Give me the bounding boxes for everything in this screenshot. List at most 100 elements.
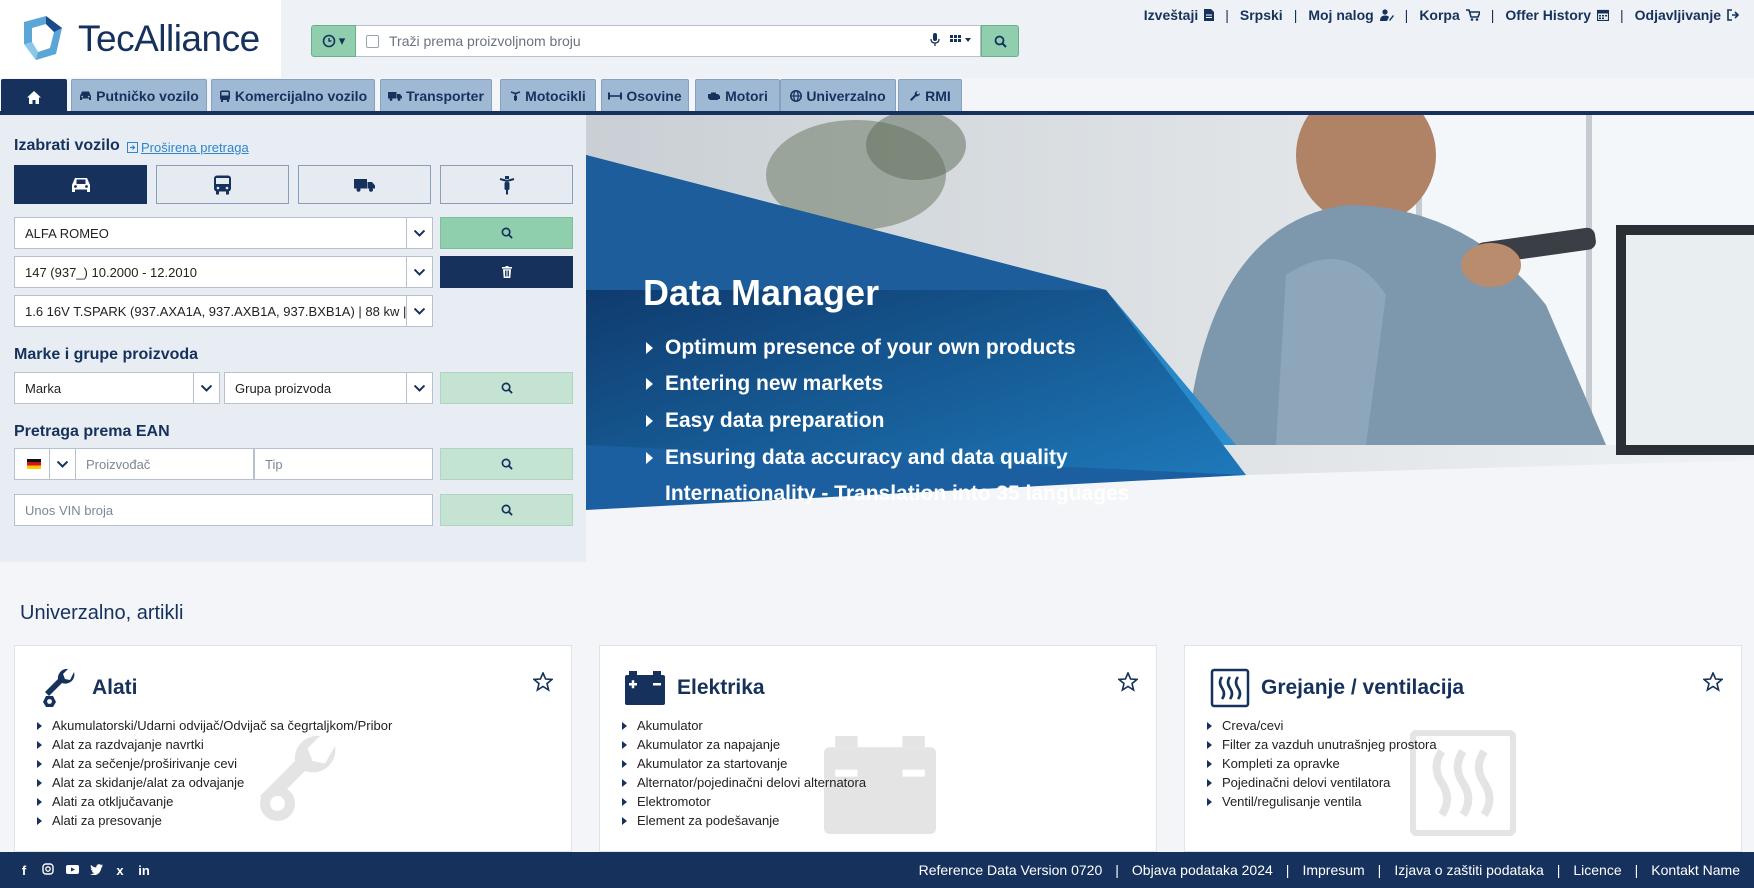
bus-icon — [214, 175, 231, 194]
logo[interactable]: TecAlliance — [0, 0, 281, 78]
search-history-button[interactable]: ▾ — [311, 25, 356, 57]
german-flag-icon — [15, 459, 49, 469]
list-item[interactable]: Alat za sečenje/proširivanje cevi — [37, 754, 392, 773]
tab-universal[interactable]: Univerzalno — [780, 79, 896, 111]
footer-link[interactable]: Impresum — [1302, 862, 1364, 878]
tab-axles[interactable]: Osovine — [601, 79, 689, 111]
tab-transporter[interactable]: Transporter — [380, 79, 492, 111]
category-card-tools[interactable]: Alati Akumulatorski/Udarni odvijač/Odvij… — [14, 645, 572, 852]
search-icon — [501, 458, 513, 470]
model-select[interactable]: 147 (937_) 10.2000 - 12.2010 — [14, 256, 433, 288]
star-icon[interactable] — [1703, 672, 1723, 692]
list-item[interactable]: Elektromotor — [622, 792, 866, 811]
logo-text: TecAlliance — [78, 18, 260, 59]
list-item[interactable]: Alati za otključavanje — [37, 792, 392, 811]
list-item[interactable]: Alat za razdvajanje navrtki — [37, 735, 392, 754]
list-item[interactable]: Creva/cevi — [1207, 716, 1437, 735]
banner-item: Entering new markets — [646, 372, 883, 396]
vehicle-type-car-button[interactable] — [14, 165, 147, 204]
tab-motorcycles[interactable]: Motocikli — [500, 79, 596, 111]
search-checkbox[interactable] — [366, 34, 379, 48]
footer-link[interactable]: Reference Data Version 0720 — [919, 862, 1103, 878]
manufacturer-input[interactable] — [76, 449, 253, 479]
engine-select[interactable]: 1.6 16V T.SPARK (937.AXA1A, 937.AXB1A, 9… — [14, 295, 433, 327]
youtube-icon[interactable] — [66, 863, 79, 878]
vin-input[interactable] — [15, 495, 432, 525]
footer-link[interactable]: Licence — [1573, 862, 1621, 878]
xing-icon[interactable]: x — [114, 863, 126, 878]
tools-icon — [43, 668, 75, 707]
file-icon — [1204, 9, 1215, 21]
list-item[interactable]: Pojedinačni delovi ventilatora — [1207, 773, 1437, 792]
vin-search-button[interactable] — [440, 494, 573, 526]
vehicle-type-truck-button[interactable] — [298, 165, 431, 204]
footer-link[interactable]: Kontakt Name — [1651, 862, 1740, 878]
list-item[interactable]: Ventil/regulisanje ventila — [1207, 792, 1437, 811]
battery-icon — [625, 671, 665, 705]
search-input[interactable] — [389, 33, 920, 49]
nav-language[interactable]: Srpski — [1240, 7, 1283, 23]
footer-link[interactable]: Izjava o zaštiti podataka — [1394, 862, 1543, 878]
list-item[interactable]: Alati za presovanje — [37, 811, 392, 830]
category-card-electrics[interactable]: Elektrika Akumulator Akumulator za napaj… — [599, 645, 1157, 852]
search-icon — [501, 504, 513, 516]
tab-home[interactable] — [1, 79, 67, 115]
nav-my-account[interactable]: Moj nalog — [1308, 7, 1394, 23]
country-select[interactable] — [14, 448, 76, 480]
product-group-select[interactable]: Grupa proizvoda — [224, 372, 433, 404]
brand-search-button[interactable] — [440, 372, 573, 404]
grid-icon — [950, 34, 971, 42]
category-tabs: Putničko vozilo Komercijalno vozilo Tran… — [0, 78, 1754, 115]
search-icon — [501, 227, 513, 239]
footer: f x in Reference Data Version 0720 | Obj… — [0, 852, 1754, 888]
caret-right-icon — [646, 452, 653, 464]
list-item[interactable]: Filter za vazduh unutrašnjeg prostora — [1207, 735, 1437, 754]
tab-engines[interactable]: Motori — [695, 79, 780, 111]
facebook-icon[interactable]: f — [18, 863, 30, 878]
tecalliance-logo-icon — [24, 16, 62, 60]
vehicle-type-motorcycle-button[interactable] — [440, 165, 573, 204]
instagram-icon[interactable] — [42, 862, 54, 878]
brand-select[interactable]: Marka — [14, 372, 220, 404]
footer-link[interactable]: Objava podataka 2024 — [1132, 862, 1273, 878]
list-item[interactable]: Akumulator za napajanje — [622, 735, 866, 754]
microphone-icon[interactable] — [930, 32, 940, 50]
list-item[interactable]: Alternator/pojedinačni delovi alternator… — [622, 773, 866, 792]
clear-vehicle-button[interactable] — [440, 256, 573, 288]
search-button[interactable] — [981, 25, 1019, 57]
vehicle-search-button[interactable] — [440, 217, 573, 249]
user-edit-icon — [1379, 9, 1394, 21]
list-item[interactable]: Alat za skidanje/alat za odvajanje — [37, 773, 392, 792]
truck-icon — [388, 91, 403, 101]
ean-search-button[interactable] — [440, 448, 573, 480]
list-item[interactable]: Element za podešavanje — [622, 811, 866, 830]
vehicle-type-bus-button[interactable] — [156, 165, 289, 204]
type-input[interactable] — [255, 449, 432, 479]
calendar-icon — [1596, 9, 1609, 21]
tab-passenger-car[interactable]: Putničko vozilo — [71, 79, 207, 111]
wrench-icon — [910, 90, 921, 101]
list-item[interactable]: Akumulatorski/Udarni odvijač/Odvijač sa … — [37, 716, 392, 735]
category-card-heating-ventilation[interactable]: Grejanje / ventilacija Creva/cevi Filter… — [1184, 645, 1742, 852]
tab-rmi[interactable]: RMI — [898, 79, 962, 111]
nav-offer-history[interactable]: Offer History — [1505, 7, 1609, 23]
nav-logout[interactable]: Odjavljivanje — [1635, 7, 1740, 23]
tab-commercial-vehicle[interactable]: Komercijalno vozilo — [211, 79, 375, 111]
star-icon[interactable] — [1118, 672, 1138, 692]
search-field — [356, 25, 981, 57]
linkedin-icon[interactable]: in — [138, 863, 150, 878]
list-item[interactable]: Akumulator za startovanje — [622, 754, 866, 773]
nav-reports[interactable]: Izveštaji — [1144, 7, 1215, 23]
type-input-wrap — [254, 448, 433, 480]
nav-cart[interactable]: Korpa — [1419, 7, 1480, 23]
list-item[interactable]: Kompleti za opravke — [1207, 754, 1437, 773]
globe-icon — [790, 89, 803, 102]
search-mode-dropdown[interactable] — [950, 34, 972, 49]
list-item[interactable]: Akumulator — [622, 716, 866, 735]
cart-icon — [1465, 9, 1480, 21]
motorcycle-icon — [499, 175, 514, 194]
extended-search-link[interactable]: Proširena pretraga — [127, 140, 249, 155]
star-icon[interactable] — [533, 672, 553, 692]
twitter-icon[interactable] — [90, 863, 103, 878]
make-select[interactable]: ALFA ROMEO — [14, 217, 433, 249]
